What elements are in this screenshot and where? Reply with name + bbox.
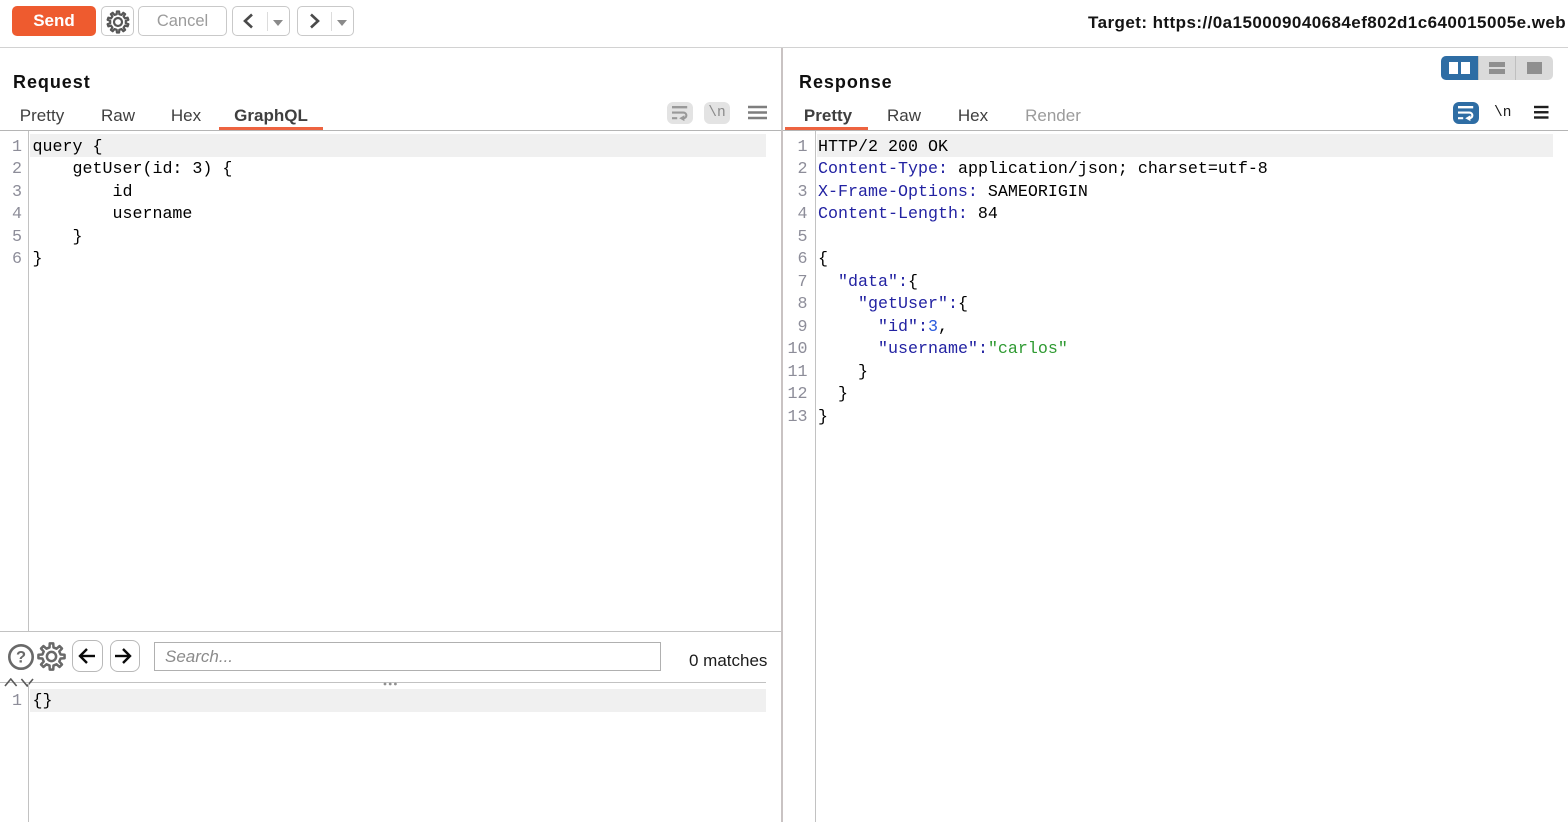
svg-text:?: ?	[16, 649, 26, 667]
